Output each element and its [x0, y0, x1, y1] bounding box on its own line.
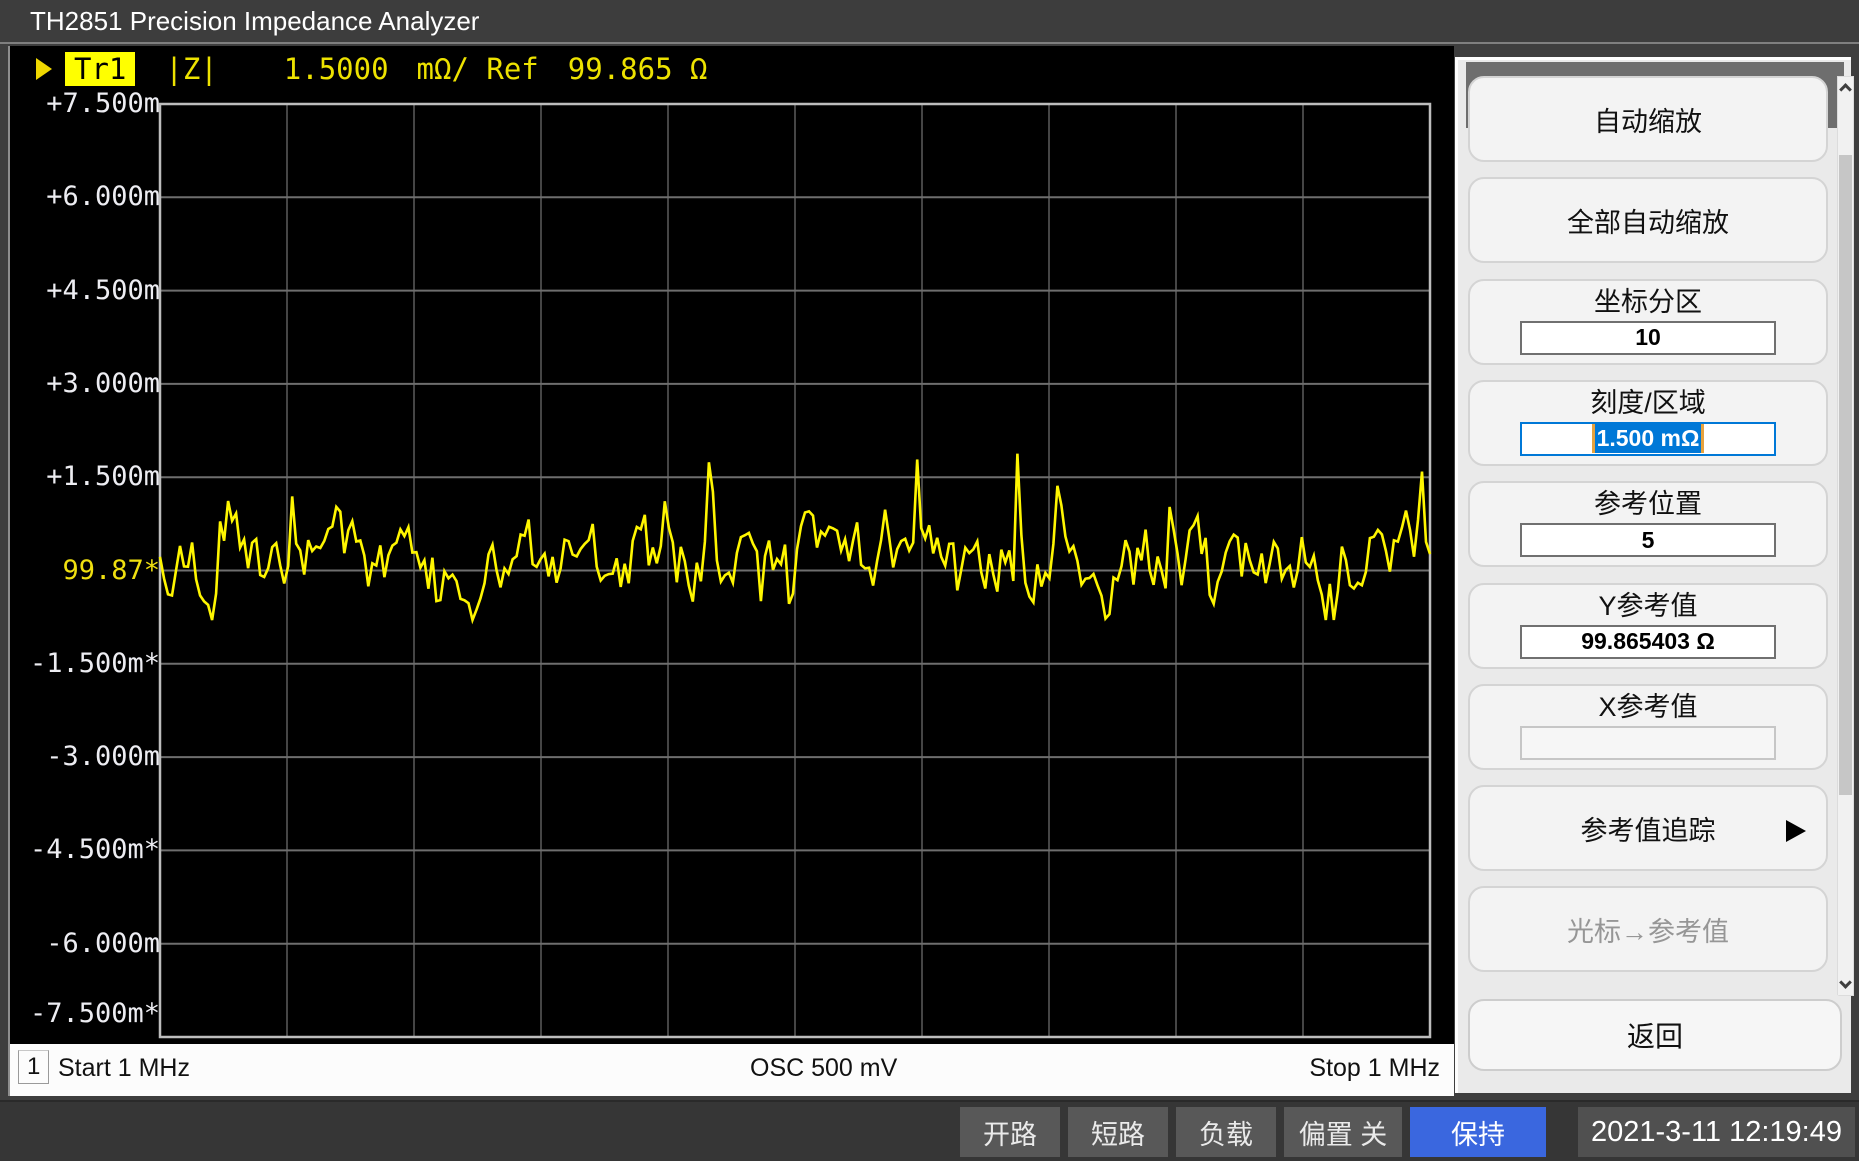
submenu-arrow-icon	[1786, 820, 1806, 842]
sidebar-item-field-3[interactable]: 刻度/区域 1.500 mΩ	[1468, 380, 1828, 466]
sidebar-field-label: 坐标分区	[1470, 285, 1826, 319]
trace-scale-value: 1.5000	[284, 52, 389, 86]
scrollbar-thumb[interactable]	[1839, 155, 1852, 795]
sidebar-field-input[interactable]	[1520, 726, 1776, 760]
sidebar-scrollbar[interactable]	[1837, 76, 1854, 996]
sidebar-field-input[interactable]: 99.865403 Ω	[1520, 625, 1776, 659]
sidebar-button-label: 自动缩放	[1470, 78, 1826, 160]
sidebar-field-input[interactable]: 10	[1520, 321, 1776, 355]
sidebar-field-label: 刻度/区域	[1470, 386, 1826, 420]
sidebar-field-label: 参考位置	[1470, 487, 1826, 521]
sidebar-button-label: 全部自动缩放	[1470, 179, 1826, 261]
impedance-plot	[10, 46, 1456, 1096]
plot-panel: Tr1 |Z| 1.5000 mΩ/ Ref 99.865 Ω +7.500m +…	[8, 46, 1454, 1096]
bottombar-button-4[interactable]: 保持	[1410, 1107, 1546, 1157]
scroll-down-icon[interactable]	[1839, 976, 1852, 989]
active-trace-arrow-icon	[36, 58, 52, 80]
y-axis-tick-label: +3.000m	[10, 368, 160, 400]
y-axis-tick-label: +4.500m	[10, 275, 160, 307]
sidebar-item-field-6[interactable]: X参考值	[1468, 684, 1828, 770]
sidebar-field-label: Y参考值	[1470, 589, 1826, 623]
bottom-toolbar: 开路短路负载偏置 关保持 2021-3-11 12:19:49	[0, 1100, 1859, 1161]
datetime-display: 2021-3-11 12:19:49	[1578, 1107, 1855, 1157]
sidebar-button-label: 参考值追踪	[1470, 787, 1826, 869]
osc-level-label: OSC 500 mV	[750, 1054, 897, 1083]
trace-info-bar: Tr1 |Z| 1.5000 mΩ/ Ref 99.865 Ω	[26, 52, 707, 86]
sidebar-item-field-2[interactable]: 坐标分区10	[1468, 279, 1828, 365]
sidebar-item-button-1[interactable]: 全部自动缩放	[1468, 177, 1828, 263]
sidebar-item-field-5[interactable]: Y参考值99.865403 Ω	[1468, 583, 1828, 669]
selected-input-text: 1.500 mΩ	[1592, 424, 1705, 453]
sidebar-field-label: X参考值	[1470, 690, 1826, 724]
bottombar-button-2[interactable]: 负载	[1176, 1107, 1276, 1157]
bottombar-button-0[interactable]: 开路	[960, 1107, 1060, 1157]
sidebar-item-button-7[interactable]: 参考值追踪	[1468, 785, 1828, 871]
y-axis-tick-label: +1.500m	[10, 461, 160, 493]
trace-name-badge[interactable]: Tr1	[65, 52, 135, 86]
vertical-axis-settings-menu: 纵坐标设置 自动缩放全部自动缩放坐标分区10刻度/区域1.500 mΩ参考位置5…	[1455, 57, 1851, 1093]
y-axis-tick-label: +6.000m	[10, 181, 160, 213]
sweep-stop-label: Stop 1 MHz	[1309, 1054, 1440, 1083]
sweep-start-label: Start 1 MHz	[58, 1054, 190, 1083]
channel-number-badge: 1	[18, 1050, 49, 1084]
scroll-up-icon[interactable]	[1839, 83, 1852, 96]
y-axis-tick-label: -4.500m*	[10, 834, 160, 866]
sweep-status-strip: 1 Start 1 MHz OSC 500 mV Stop 1 MHz	[10, 1044, 1454, 1096]
trace-reference-value: 99.865 Ω	[568, 52, 708, 86]
y-axis-tick-label: -3.000m	[10, 741, 160, 773]
sidebar-item-button-8: 光标→参考值	[1468, 886, 1828, 972]
window-title: TH2851 Precision Impedance Analyzer	[0, 0, 1859, 44]
y-axis-reference-label: 99.87*	[10, 555, 160, 587]
y-axis-tick-label: -6.000m	[10, 928, 160, 960]
y-axis-tick-label: -1.500m*	[10, 648, 160, 680]
bottombar-button-1[interactable]: 短路	[1068, 1107, 1168, 1157]
sidebar-item-field-4[interactable]: 参考位置5	[1468, 481, 1828, 567]
sidebar-field-input[interactable]: 5	[1520, 523, 1776, 557]
trace-parameter: |Z|	[165, 52, 217, 86]
y-axis-tick-label: +7.500m	[10, 88, 160, 120]
y-axis-tick-label: -7.500m*	[10, 998, 160, 1030]
sidebar-button-label: 光标→参考值	[1470, 888, 1826, 970]
back-button[interactable]: 返回	[1468, 999, 1842, 1071]
bottombar-button-3[interactable]: 偏置 关	[1284, 1107, 1402, 1157]
sidebar-item-button-0[interactable]: 自动缩放	[1468, 76, 1828, 162]
sidebar-field-input[interactable]: 1.500 mΩ	[1520, 422, 1776, 456]
trace-scale-unit: mΩ/ Ref	[417, 52, 539, 86]
